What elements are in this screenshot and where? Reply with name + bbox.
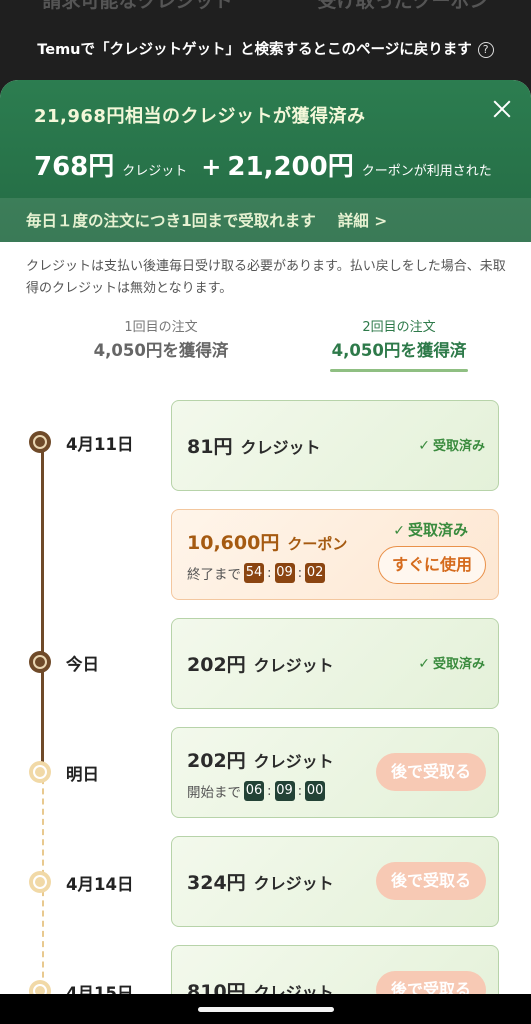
expiry-timer: 終了まで 54: 09: 02 bbox=[187, 563, 328, 583]
search-notice: Temuで「クレジットゲット」と検索するとこのページに戻ります? bbox=[0, 38, 531, 59]
tab-first-order[interactable]: 1回目の注文 4,050円を獲得済 bbox=[56, 316, 266, 361]
tab-second-order-label: 2回目の注文 bbox=[362, 320, 436, 335]
credit-label: クレジット bbox=[122, 164, 188, 179]
timer-colon: : bbox=[297, 783, 303, 799]
amount-value: 10,600円 bbox=[187, 532, 280, 554]
credit-amount: 202円 クレジット bbox=[187, 746, 334, 773]
active-tab-underline bbox=[330, 369, 468, 372]
amount-value: 202円 bbox=[187, 750, 246, 772]
check-icon: ✓ bbox=[393, 523, 405, 539]
tab-second-order[interactable]: 2回目の注文 4,050円を獲得済 bbox=[330, 316, 468, 372]
header-summary: 768円 クレジット + 21,200円 クーポンが利用された bbox=[34, 146, 492, 183]
credit-card-tomorrow: 202円 クレジット 開始まで 06: 09: 00 後で受取る bbox=[171, 727, 499, 818]
received-status: ✓ 受取済み bbox=[418, 435, 485, 454]
amount-unit: クレジット bbox=[253, 874, 334, 893]
bg-tab-received-coupons[interactable]: 受け取ったクーポン bbox=[317, 0, 488, 26]
timeline-date: 今日 bbox=[66, 655, 99, 674]
credit-card-apr15: 810円 クレジット 後で受取る bbox=[171, 945, 499, 994]
timer-hours: 54 bbox=[244, 563, 264, 583]
amount-value: 324円 bbox=[187, 872, 246, 894]
help-icon[interactable]: ? bbox=[477, 42, 494, 58]
credit-amount: 810円 クレジット bbox=[187, 977, 334, 994]
timer-seconds: 02 bbox=[305, 563, 326, 583]
timeline-dot-upcoming bbox=[29, 871, 51, 893]
coupon-card: 10,600円 クーポン ✓ 受取済み 終了まで 54: 09: 02 すぐに使用 bbox=[171, 509, 499, 600]
header-title: 21,968円相当のクレジットが獲得済み bbox=[34, 106, 366, 127]
system-nav-bar bbox=[0, 994, 531, 1024]
timeline-date: 4月14日 bbox=[66, 875, 134, 894]
timeline-dot-upcoming bbox=[29, 761, 51, 783]
timeline-date: 明日 bbox=[66, 765, 99, 784]
coupon-amount: 10,600円 クーポン bbox=[187, 528, 347, 555]
status-text: 受取済み bbox=[407, 521, 468, 539]
timer-minutes: 09 bbox=[274, 563, 295, 583]
timer-colon: : bbox=[297, 565, 303, 581]
timeline-dot-done bbox=[29, 431, 51, 453]
timer-seconds: 00 bbox=[305, 781, 326, 801]
amount-unit: クレジット bbox=[253, 656, 334, 675]
amount-value: 810円 bbox=[187, 981, 246, 994]
check-icon: ✓ bbox=[418, 656, 430, 672]
claim-later-button[interactable]: 後で受取る bbox=[376, 971, 486, 994]
claim-later-button[interactable]: 後で受取る bbox=[376, 753, 486, 791]
amount-unit: クレジット bbox=[253, 752, 334, 771]
status-text: 受取済み bbox=[432, 439, 485, 454]
background-tabs: 請求可能なクレジット 受け取ったクーポン bbox=[0, 0, 531, 26]
amount-unit: クレジット bbox=[253, 983, 334, 994]
claim-later-button[interactable]: 後で受取る bbox=[376, 862, 486, 900]
tab-first-order-value: 4,050円を獲得済 bbox=[93, 341, 229, 360]
credit-amount: 324円 クレジット bbox=[187, 868, 334, 895]
amount-unit: クーポン bbox=[287, 535, 348, 553]
amount-value: 81円 bbox=[187, 436, 233, 458]
plus-sign: + bbox=[201, 153, 222, 181]
tab-second-order-value: 4,050円を獲得済 bbox=[331, 341, 467, 360]
timer-colon: : bbox=[267, 783, 272, 799]
credit-sheet: 21,968円相当のクレジットが獲得済み 768円 クレジット + 21,200… bbox=[0, 80, 531, 994]
timer-hours: 06 bbox=[244, 781, 264, 801]
timer-label: 開始まで bbox=[187, 785, 241, 801]
amount-unit: クレジット bbox=[240, 438, 321, 457]
coupon-label: クーポンが利用された bbox=[361, 164, 492, 179]
credit-card-apr14: 324円 クレジット 後で受取る bbox=[171, 836, 499, 927]
credit-amount: 202円 クレジット bbox=[187, 650, 334, 677]
timeline-date: 4月11日 bbox=[66, 435, 134, 454]
home-indicator[interactable] bbox=[198, 1007, 334, 1012]
credit-amount: 81円 クレジット bbox=[187, 432, 320, 459]
detail-link[interactable]: 詳細 > bbox=[338, 209, 387, 231]
timer-minutes: 09 bbox=[274, 781, 295, 801]
daily-limit-text: 毎日１度の注文につき1回まで受取れます bbox=[26, 212, 316, 230]
daily-limit-band: 毎日１度の注文につき1回まで受取れます 詳細 > bbox=[0, 198, 531, 242]
timer-label: 終了まで bbox=[187, 567, 241, 583]
received-status: ✓ 受取済み bbox=[393, 519, 468, 540]
timeline-line-past bbox=[41, 442, 44, 767]
timeline-date: 4月15日 bbox=[66, 984, 134, 994]
check-icon: ✓ bbox=[418, 438, 430, 454]
sheet-header: 21,968円相当のクレジットが獲得済み 768円 クレジット + 21,200… bbox=[0, 80, 531, 242]
bg-tab-claimable[interactable]: 請求可能なクレジット bbox=[42, 0, 232, 26]
start-timer: 開始まで 06: 09: 00 bbox=[187, 781, 328, 801]
timer-colon: : bbox=[267, 565, 272, 581]
tab-first-order-label: 1回目の注文 bbox=[124, 320, 198, 335]
status-text: 受取済み bbox=[432, 657, 485, 672]
timeline-dot-upcoming bbox=[29, 980, 51, 994]
credit-card-apr11: 81円 クレジット ✓ 受取済み bbox=[171, 400, 499, 491]
received-status: ✓ 受取済み bbox=[418, 653, 485, 672]
description-text: クレジットは支払い後連毎日受け取る必要があります。払い戻しをした場合、未取得のク… bbox=[26, 259, 506, 296]
notice-text: Temuで「クレジットゲット」と検索するとこのページに戻ります bbox=[37, 42, 472, 58]
timeline-dot-done bbox=[29, 651, 51, 673]
credit-amount: 768円 bbox=[34, 152, 115, 182]
close-icon[interactable] bbox=[491, 98, 513, 120]
coupon-amount: 21,200円 bbox=[227, 152, 354, 182]
credit-card-today: 202円 クレジット ✓ 受取済み bbox=[171, 618, 499, 709]
amount-value: 202円 bbox=[187, 654, 246, 676]
use-now-button[interactable]: すぐに使用 bbox=[378, 546, 486, 584]
